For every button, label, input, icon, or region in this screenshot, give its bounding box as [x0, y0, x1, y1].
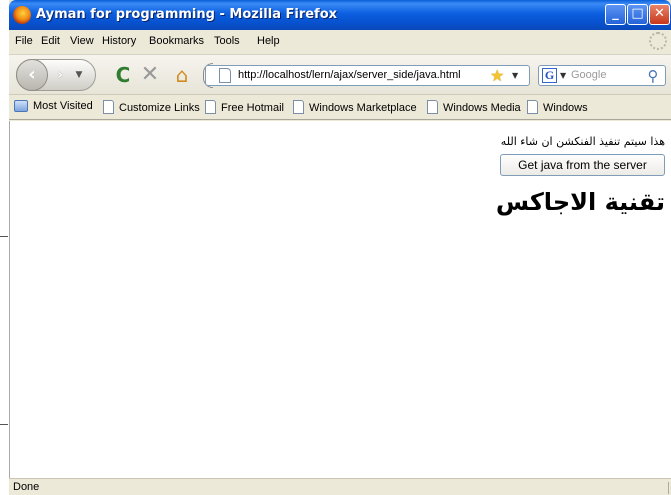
bookmarks-toolbar: Most Visited Customize Links Free Hotmai… — [9, 95, 671, 120]
close-button[interactable]: ✕ — [649, 4, 670, 25]
bookmark-windows[interactable]: Windows — [527, 100, 588, 114]
search-icon[interactable]: ⚲ — [644, 67, 662, 85]
folder-icon — [14, 100, 28, 112]
bookmark-label: Free Hotmail — [221, 102, 284, 114]
bookmark-label: Windows — [543, 102, 588, 114]
title-bar[interactable]: Ayman for programming - Mozilla Firefox … — [9, 0, 671, 30]
bookmark-label: Customize Links — [119, 102, 200, 114]
menu-history[interactable]: History — [102, 35, 136, 47]
bookmark-customize-links[interactable]: Customize Links — [103, 100, 200, 114]
menu-bookmarks[interactable]: Bookmarks — [149, 35, 204, 47]
url-text: http://localhost/lern/ajax/server_side/j… — [238, 69, 461, 81]
bookmark-label: Windows Marketplace — [309, 102, 417, 114]
bookmark-windows-marketplace[interactable]: Windows Marketplace — [293, 100, 417, 114]
desktop-edge — [0, 0, 9, 495]
page-icon — [527, 100, 538, 114]
google-icon[interactable]: G — [542, 68, 557, 83]
activity-throbber-icon — [649, 32, 667, 50]
status-bar: Done — [9, 478, 671, 495]
desktop-edge-mark — [0, 236, 8, 237]
minimize-button[interactable]: _ — [605, 4, 626, 25]
desktop-edge-mark — [0, 424, 8, 425]
page-icon — [103, 100, 114, 114]
page-icon — [205, 100, 216, 114]
page-heading: تقنية الاجاكس — [495, 188, 665, 216]
forward-button[interactable]: › — [49, 65, 71, 87]
menu-view[interactable]: View — [70, 35, 94, 47]
page-icon — [427, 100, 438, 114]
back-button[interactable]: ‹ — [16, 59, 48, 91]
resize-grip-icon[interactable] — [657, 482, 669, 494]
stop-icon[interactable]: ✕ — [140, 64, 160, 86]
page-icon — [219, 68, 231, 83]
page-content: هذا سيتم تنفيذ الفنكشن ان شاء الله Get j… — [9, 121, 671, 478]
home-icon[interactable]: ⌂ — [171, 64, 193, 86]
history-dropdown-icon[interactable]: ▼ — [72, 67, 86, 83]
window-title: Ayman for programming - Mozilla Firefox — [36, 7, 338, 22]
navigation-toolbar: ‹ › ▼ C ✕ ⌂ http://localhost/lern/ajax/s… — [9, 55, 671, 95]
firefox-icon[interactable] — [13, 6, 31, 24]
browser-window: Ayman for programming - Mozilla Firefox … — [9, 0, 671, 495]
menu-tools[interactable]: Tools — [214, 35, 240, 47]
search-placeholder: Google — [571, 69, 607, 81]
get-java-button[interactable]: Get java from the server — [500, 154, 665, 176]
menu-bar: File Edit View History Bookmarks Tools H… — [9, 30, 671, 55]
search-input[interactable]: G ▼ Google ⚲ — [538, 65, 666, 86]
bookmark-star-icon[interactable]: ★ — [490, 66, 504, 85]
reload-icon[interactable]: C — [113, 64, 133, 86]
url-input[interactable]: http://localhost/lern/ajax/server_side/j… — [205, 65, 530, 86]
url-dropdown-icon[interactable]: ▼ — [512, 68, 518, 84]
bookmark-free-hotmail[interactable]: Free Hotmail — [205, 100, 284, 114]
engine-dropdown-icon[interactable]: ▼ — [560, 69, 566, 83]
maximize-button[interactable]: □ — [627, 4, 648, 25]
menu-file[interactable]: File — [15, 35, 33, 47]
menu-help[interactable]: Help — [257, 35, 280, 47]
bookmark-windows-media[interactable]: Windows Media — [427, 100, 521, 114]
page-icon — [293, 100, 304, 114]
status-text: Done — [13, 481, 40, 493]
bookmark-label: Windows Media — [443, 102, 521, 114]
bookmark-most-visited[interactable]: Most Visited — [14, 100, 93, 112]
menu-edit[interactable]: Edit — [41, 35, 60, 47]
function-note: هذا سيتم تنفيذ الفنكشن ان شاء الله — [500, 135, 665, 148]
bookmark-label: Most Visited — [33, 100, 93, 112]
